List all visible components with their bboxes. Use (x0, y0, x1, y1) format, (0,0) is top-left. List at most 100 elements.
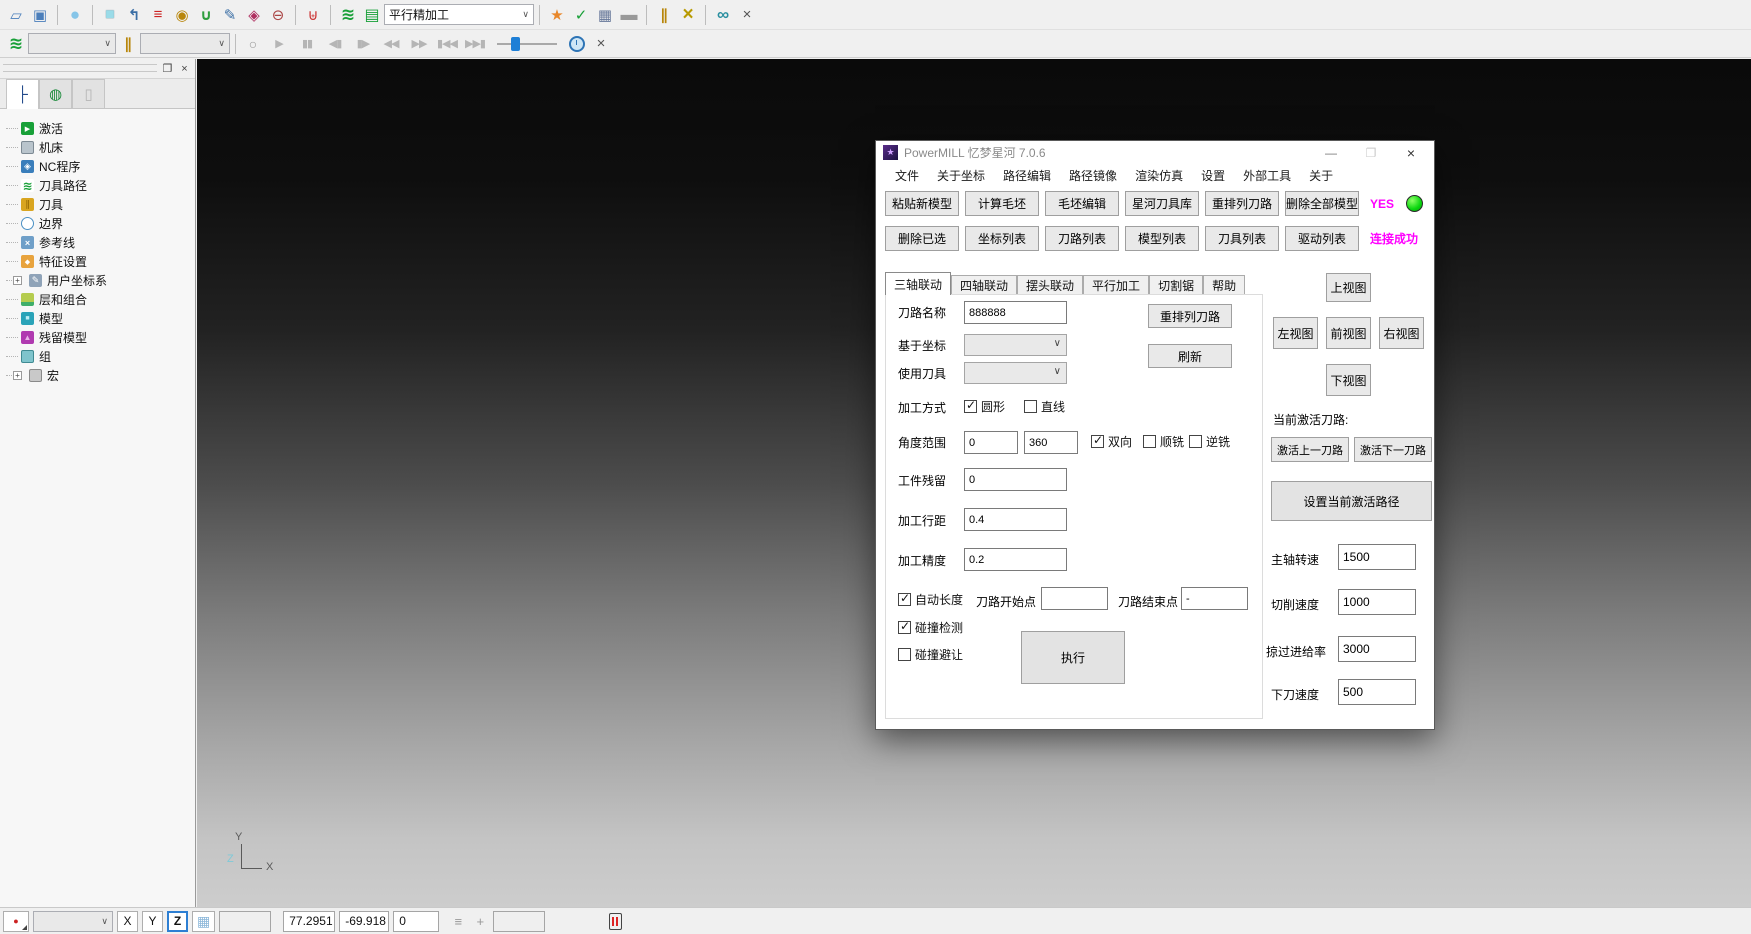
tool-select-dropdown[interactable]: ∨ (140, 33, 230, 54)
panel-close-icon[interactable]: × (177, 61, 192, 76)
toolpath-list-icon[interactable] (360, 3, 384, 27)
tab-saw[interactable]: 切割锯 (1149, 275, 1203, 295)
menu-path-mirror[interactable]: 路径镜像 (1060, 167, 1126, 184)
dialog-titlebar[interactable]: ★ PowerMILL 忆梦星河 7.0.6 — ❐ × (876, 141, 1434, 164)
tree-item-workplanes[interactable]: +用户坐标系 (0, 271, 195, 290)
step-forward-icon[interactable]: ▮▶ (349, 32, 377, 56)
tool-holder-icon[interactable] (301, 3, 325, 27)
tree-item-groups[interactable]: 组 (0, 347, 195, 366)
view-left-button[interactable]: 左视图 (1273, 317, 1318, 349)
toolbar-close-icon[interactable] (735, 3, 759, 27)
ruler-icon[interactable] (617, 3, 641, 27)
angle-to-input[interactable] (1024, 431, 1078, 454)
auto-length-checkbox[interactable]: 自动长度 (898, 591, 963, 608)
tree-item-activate[interactable]: 激活 (0, 119, 195, 138)
axis-z-button[interactable]: Z (167, 911, 188, 932)
tools-pair-icon[interactable] (652, 3, 676, 27)
expand-icon[interactable]: + (13, 276, 22, 285)
tree-item-feature-sets[interactable]: 特征设置 (0, 252, 195, 271)
statusbar-dropdown[interactable]: ∨ (33, 911, 113, 932)
coord-list-button[interactable]: 坐标列表 (965, 226, 1039, 251)
grid-snap-icon[interactable]: ▦ (192, 911, 215, 932)
method-line-checkbox[interactable]: 直线 (1024, 398, 1065, 415)
toolpath-name-input[interactable] (964, 301, 1067, 324)
activate-next-button[interactable]: 激活下一刀路 (1354, 437, 1432, 462)
block-edit-button[interactable]: 毛坯编辑 (1045, 191, 1119, 216)
delete-all-models-button[interactable]: 删除全部模型 (1285, 191, 1359, 216)
strategy-dropdown[interactable]: 平行精加工 ∨ (384, 4, 534, 25)
toolpath-list-button[interactable]: 刀路列表 (1045, 226, 1119, 251)
view-top-button[interactable]: 上视图 (1326, 273, 1371, 302)
tree-item-levels-sets[interactable]: 层和组合 (0, 290, 195, 309)
toolpath-strategy-icon[interactable] (122, 3, 146, 27)
bulb-icon[interactable] (241, 32, 265, 56)
boolean-cylinders-icon[interactable] (711, 3, 735, 27)
globe-tab[interactable]: ◍ (39, 79, 72, 108)
collision-check-icon[interactable] (194, 3, 218, 27)
tool-flash-icon[interactable] (545, 3, 569, 27)
explorer-grip-bar[interactable]: ❐ × (0, 59, 195, 79)
tab-3axis[interactable]: 三轴联动 (885, 272, 951, 295)
calculator-icon[interactable] (593, 3, 617, 27)
go-end-icon[interactable]: ▶▶▮ (461, 32, 489, 56)
sphere-icon[interactable] (63, 3, 87, 27)
slider-handle[interactable] (511, 37, 520, 51)
spindle-speed-input[interactable] (1338, 544, 1416, 570)
step-back-icon[interactable]: ◀▮ (321, 32, 349, 56)
axis-x-button[interactable]: X (117, 911, 138, 932)
menu-about[interactable]: 关于 (1300, 167, 1342, 184)
tool-check-icon[interactable] (569, 3, 593, 27)
tab-help[interactable]: 帮助 (1203, 275, 1245, 295)
toolbar-close-icon[interactable] (589, 32, 613, 56)
tree-item-models[interactable]: 模型 (0, 309, 195, 328)
toolpath-spiral-icon[interactable] (336, 3, 360, 27)
tool-list-button[interactable]: 刀具列表 (1205, 226, 1279, 251)
drive-list-button[interactable]: 驱动列表 (1285, 226, 1359, 251)
delete-selected-button[interactable]: 删除已选 (885, 226, 959, 251)
save-icon[interactable] (28, 3, 52, 27)
tree-item-stock-models[interactable]: 残留模型 (0, 328, 195, 347)
model-list-button[interactable]: 模型列表 (1125, 226, 1199, 251)
tree-item-patterns[interactable]: 参考线 (0, 233, 195, 252)
paste-new-model-button[interactable]: 粘贴新模型 (885, 191, 959, 216)
pause-icon[interactable]: ▮▮ (293, 32, 321, 56)
pattern-draw-icon[interactable] (218, 3, 242, 27)
bidirectional-checkbox[interactable]: 双向 (1091, 433, 1132, 450)
stepover-input[interactable] (964, 508, 1067, 531)
conventional-checkbox[interactable]: 逆铣 (1189, 433, 1230, 450)
go-start-icon[interactable]: ▮◀◀ (433, 32, 461, 56)
activate-prev-button[interactable]: 激活上一刀路 (1271, 437, 1349, 462)
open-file-icon[interactable] (4, 3, 28, 27)
view-bottom-button[interactable]: 下视图 (1326, 364, 1371, 396)
skim-feed-input[interactable] (1338, 636, 1416, 662)
menu-render-sim[interactable]: 渲染仿真 (1126, 167, 1192, 184)
grid-size-field[interactable] (219, 911, 271, 932)
calc-block-button[interactable]: 计算毛坯 (965, 191, 1039, 216)
menu-settings[interactable]: 设置 (1192, 167, 1234, 184)
coord-x-field[interactable]: 77.2951 (283, 911, 335, 932)
tree-tab[interactable]: ├ (6, 79, 39, 109)
view-front-button[interactable]: 前视图 (1326, 317, 1371, 349)
tree-item-nc-program[interactable]: NC程序 (0, 157, 195, 176)
use-tool-dropdown[interactable] (964, 362, 1067, 384)
method-circle-checkbox[interactable]: 圆形 (964, 398, 1005, 415)
tool-library-button[interactable]: 星河刀具库 (1125, 191, 1199, 216)
set-active-path-button[interactable]: 设置当前激活路径 (1271, 481, 1432, 521)
statusbar-extra-field[interactable] (493, 911, 545, 932)
tool-create-icon[interactable] (170, 3, 194, 27)
end-point-input[interactable] (1181, 587, 1248, 610)
axis-y-button[interactable]: Y (142, 911, 163, 932)
rewind-icon[interactable]: ◀◀ (377, 32, 405, 56)
menu-file[interactable]: 文件 (886, 167, 928, 184)
tab-swivel[interactable]: 摆头联动 (1017, 275, 1083, 295)
coord-z-field[interactable]: 0 (393, 911, 439, 932)
climb-checkbox[interactable]: 顺铣 (1143, 433, 1184, 450)
block-icon[interactable] (98, 3, 122, 27)
cutting-speed-input[interactable] (1338, 589, 1416, 615)
rearrange-button[interactable]: 重排列刀路 (1148, 304, 1232, 328)
tools-icon[interactable] (116, 32, 140, 56)
collision-avoid-checkbox[interactable]: 碰撞避让 (898, 646, 963, 663)
tree-item-macros[interactable]: +宏 (0, 366, 195, 385)
minimize-icon[interactable]: — (1312, 141, 1350, 164)
toolpath-select-dropdown[interactable]: ∨ (28, 33, 116, 54)
